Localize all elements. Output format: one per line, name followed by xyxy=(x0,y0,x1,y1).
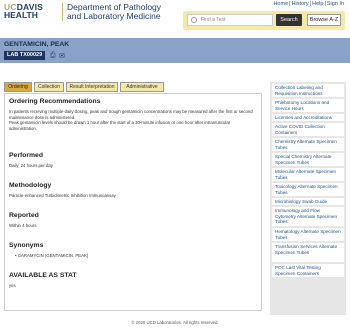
sidebar-item-covid-containers[interactable]: Active COVID Collection Containers xyxy=(272,123,344,137)
sidebar-item-phlebotomy-locations[interactable]: Phlebotomy Locations and Service Hours xyxy=(272,99,344,113)
performed-heading: Performed xyxy=(9,152,43,159)
sidebar-item-chemistry-tubes[interactable]: Chemistry Alternate Specimen Tubes xyxy=(272,138,344,152)
sidebar-item-poc-containers[interactable]: POC Last Vital Testing Specimen Containe… xyxy=(272,264,344,278)
tab-ordering[interactable]: Ordering xyxy=(4,82,32,92)
resource-sidebar: Collection Labeling and Requisition Inst… xyxy=(270,82,346,315)
tab-collection[interactable]: Collection xyxy=(34,82,64,92)
ucdavis-health-logo[interactable]: UCDAVIS HEALTH xyxy=(4,3,43,20)
available-as-stat-heading: AVAILABLE AS STAT xyxy=(9,272,77,279)
sidebar-item-immunology-tubes[interactable]: Immunology and Flow Cytometry Alternate … xyxy=(272,207,344,227)
sidebar-item-molecular-tubes[interactable]: Molecular Alternate Specimen Tubes xyxy=(272,168,344,182)
sidebar-item-microbiology-swab[interactable]: Microbiology Swab Guide xyxy=(272,198,344,206)
reported-heading: Reported xyxy=(9,212,39,219)
search-icon xyxy=(191,17,197,23)
print-icon[interactable]: ⎙ xyxy=(50,52,56,60)
sidebar-item-transfusion-tubes[interactable]: Transfusion Services Alternate Specimen … xyxy=(272,243,344,263)
search-bar: Find a Test Search Browse A-Z xyxy=(183,11,345,30)
ordering-text-1: In patients receiving multiple-daily dos… xyxy=(9,109,253,120)
methodology-heading: Methodology xyxy=(9,182,52,189)
tab-result-interpretation[interactable]: Result Interpretation xyxy=(66,82,118,92)
test-code: LAB TX00029 xyxy=(4,51,46,60)
help-link[interactable]: Help xyxy=(312,1,323,7)
mail-icon[interactable]: ✉ xyxy=(59,52,65,60)
search-placeholder: Find a Test xyxy=(201,17,226,23)
search-button[interactable]: Search xyxy=(276,14,302,26)
home-link[interactable]: Home xyxy=(273,1,288,7)
sidebar-item-licenses[interactable]: Licenses and Accreditations xyxy=(272,114,344,122)
ordering-content-panel: Ordering Recommendations In patients rec… xyxy=(4,93,262,311)
search-input[interactable]: Find a Test xyxy=(187,14,273,26)
methodology-text: Particle-enhanced Turbidimetric Inhibiti… xyxy=(9,193,116,198)
reported-text: Within 4 hours xyxy=(9,223,37,228)
sidebar-item-toxicology-tubes[interactable]: Toxicology Alternate Specimen Tubes xyxy=(272,183,344,197)
ordering-text-2: Peak gentamicin levels should be drawn 1… xyxy=(9,120,231,131)
sidebar-item-hematology-tubes[interactable]: Hematology Alternate Specimen Tubes xyxy=(272,228,344,242)
sidebar-item-special-chemistry-tubes[interactable]: Special Chemistry Alternate Specimen Tub… xyxy=(272,153,344,167)
site-header: UCDAVIS HEALTH Department of Pathology a… xyxy=(0,0,350,33)
ordering-recommendations-heading: Ordering Recommendations xyxy=(9,98,101,105)
sidebar-item-collection-labeling[interactable]: Collection Labeling and Requisition Inst… xyxy=(272,84,344,98)
tab-administrative[interactable]: Administrative xyxy=(120,82,164,92)
stat-value: yes xyxy=(9,283,16,288)
footer-copyright: © 2020 UCD Laboratories. All rights rese… xyxy=(131,320,219,325)
synonyms-heading: Synonyms xyxy=(9,242,44,249)
synonym-item: • GARAMYCIN (GENTAMICIN, PEAK) xyxy=(15,253,89,258)
sign-in-link[interactable]: Sign In xyxy=(327,1,344,7)
logo-health: HEALTH xyxy=(4,10,38,20)
browse-az-button[interactable]: Browse A-Z xyxy=(307,14,341,26)
test-title-band: GENTAMICIN, PEAK LAB TX00029 ⎙ ✉ xyxy=(0,38,350,63)
history-link[interactable]: History xyxy=(292,1,309,7)
synonym-text: GARAMYCIN (GENTAMICIN, PEAK) xyxy=(17,253,89,258)
test-name: GENTAMICIN, PEAK xyxy=(4,41,70,48)
performed-text: Daily, 24 hours per day xyxy=(9,163,53,168)
department-title[interactable]: Department of Pathology and Laboratory M… xyxy=(62,3,161,21)
top-links: Home|History|Help|Sign In xyxy=(273,1,344,7)
department-line-2: and Laboratory Medicine xyxy=(67,11,161,21)
